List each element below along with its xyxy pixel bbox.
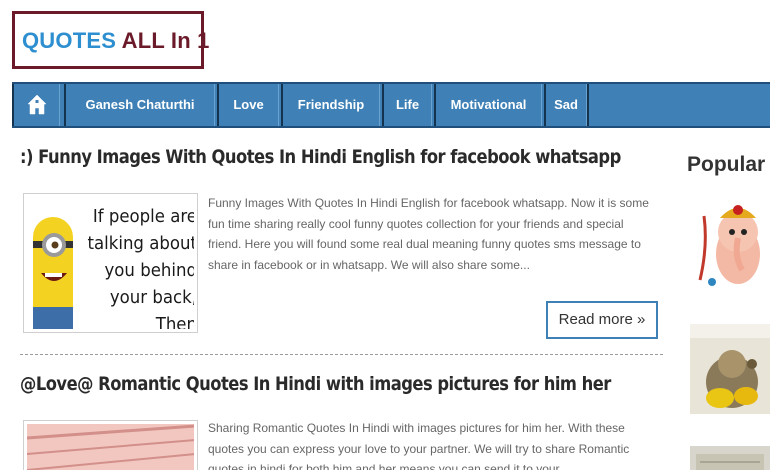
nav-item-friendship[interactable]: Friendship [281,84,380,126]
post-title-2[interactable]: @Love@ Romantic Quotes In Hindi with ima… [20,373,611,395]
site-title-all-in-1: ALL In 1 [121,28,210,53]
site-title-quotes: QUOTES [22,28,117,53]
nav-item-love[interactable]: Love [217,84,279,126]
nav-item-motivational[interactable]: Motivational [434,84,542,126]
thumb-caption-line: talking about [87,233,194,254]
popular-thumbnail-1[interactable] [690,196,770,290]
home-icon [26,94,47,115]
nav-item-sad[interactable]: Sad [544,84,587,126]
popular-image-3 [696,454,764,470]
nav-divider [587,84,589,126]
post-excerpt-2: Sharing Romantic Quotes In Hindi with im… [208,421,630,470]
minion-image [33,217,73,329]
popular-thumbnail-2[interactable] [690,324,770,414]
post-thumbnail-2[interactable] [23,420,198,470]
romantic-image [27,424,194,470]
sidebar-popular-title: Popular [687,153,766,176]
ganesha-idol-image [690,324,770,408]
ganesha-image [698,205,760,286]
thumb-caption: If people are talking about you behind y… [83,203,194,329]
nav-item-ganesh-chaturthi[interactable]: Ganesh Chaturthi [64,84,215,126]
nav-home[interactable] [12,84,60,126]
thumb-caption-line: Then [155,314,194,329]
nav-item-life[interactable]: Life [382,84,432,126]
read-more-button[interactable]: Read more » [546,301,658,339]
post-excerpt-1: Funny Images With Quotes In Hindi Englis… [208,196,649,272]
thumb-caption-line: you behind [104,260,194,281]
main-nav: Ganesh Chaturthi Love Friendship Life Mo… [12,82,770,128]
thumb-caption-line: If people are [92,206,194,227]
post-thumbnail-1[interactable]: If people are talking about you behind y… [23,193,198,333]
site-title[interactable]: QUOTES ALL In 1 [22,28,210,54]
site-logo[interactable]: QUOTES ALL In 1 [12,11,209,69]
post-title-1[interactable]: :) Funny Images With Quotes In Hindi Eng… [20,146,621,168]
popular-thumbnail-3[interactable] [690,446,770,470]
thumb-caption-line: your back, [109,287,194,308]
post-divider [20,354,663,355]
